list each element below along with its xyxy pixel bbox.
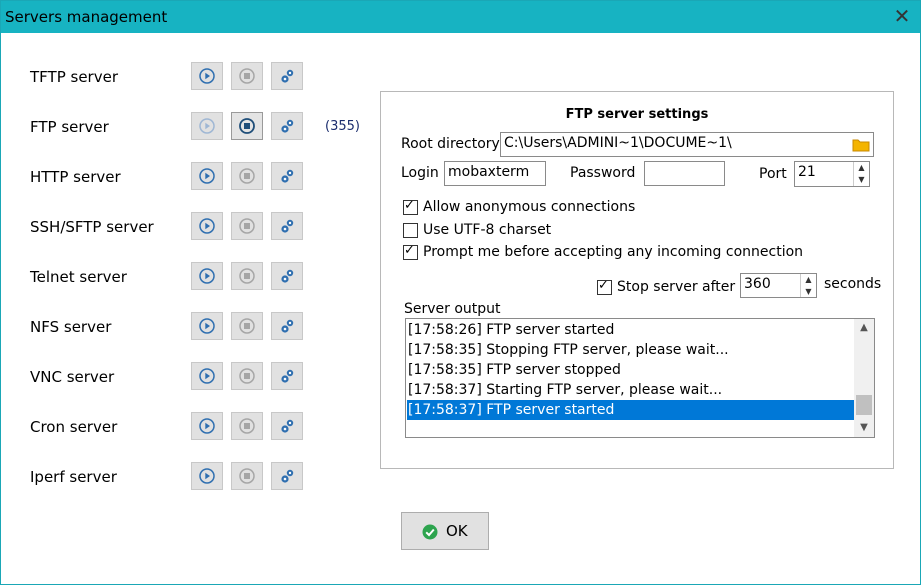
server-name: TFTP server [30, 68, 118, 86]
spin-up-icon[interactable]: ▲ [853, 162, 869, 174]
stop-server-button[interactable] [231, 412, 263, 440]
server-settings-button[interactable] [271, 262, 303, 290]
server-name: Cron server [30, 418, 118, 436]
password-label: Password [570, 165, 636, 181]
server-settings-button[interactable] [271, 212, 303, 240]
scroll-up-icon[interactable]: ▲ [854, 319, 874, 337]
folder-icon[interactable] [852, 137, 870, 152]
server-name: NFS server [30, 318, 112, 336]
stop-after-field[interactable]: 360 ▲ ▼ [740, 273, 817, 298]
server-row: Cron server [1, 412, 371, 444]
server-settings-button[interactable] [271, 312, 303, 340]
start-server-button[interactable] [191, 162, 223, 190]
output-line[interactable]: [17:58:35] Stopping FTP server, please w… [407, 340, 855, 360]
scroll-down-icon[interactable]: ▼ [854, 419, 874, 437]
utf8-label: Use UTF-8 charset [423, 222, 552, 238]
allow-anonymous-label: Allow anonymous connections [423, 199, 636, 215]
server-settings-button[interactable] [271, 462, 303, 490]
stop-server-button[interactable] [231, 112, 263, 140]
start-server-button[interactable] [191, 262, 223, 290]
stop-after-checkbox[interactable] [597, 278, 612, 295]
scroll-thumb[interactable] [856, 395, 872, 415]
login-field[interactable]: mobaxterm [444, 161, 546, 186]
allow-anonymous-checkbox[interactable] [403, 198, 418, 215]
server-name: SSH/SFTP server [30, 218, 154, 236]
servers-management-window: Servers management ✕ TFTP server FTP serv… [0, 0, 921, 585]
port-field[interactable]: 21 ▲ ▼ [794, 161, 870, 187]
server-name: HTTP server [30, 168, 121, 186]
server-settings-button[interactable] [271, 112, 303, 140]
stop-server-button[interactable] [231, 462, 263, 490]
server-name: Telnet server [30, 268, 127, 286]
utf8-checkbox[interactable] [403, 223, 418, 238]
server-settings-button[interactable] [271, 362, 303, 390]
stop-server-button[interactable] [231, 262, 263, 290]
server-output-label: Server output [404, 301, 501, 317]
stop-server-button[interactable] [231, 212, 263, 240]
start-server-button[interactable] [191, 312, 223, 340]
stop-after-spinner[interactable]: ▲ ▼ [800, 274, 816, 297]
start-server-button[interactable] [191, 362, 223, 390]
port-label: Port [759, 166, 787, 182]
output-line[interactable]: [17:58:37] FTP server started [407, 400, 855, 420]
server-row: Telnet server [1, 262, 371, 294]
server-settings-button[interactable] [271, 62, 303, 90]
spin-down-icon[interactable]: ▼ [800, 285, 816, 297]
server-row: TFTP server [1, 62, 371, 94]
server-settings-button[interactable] [271, 162, 303, 190]
server-output-list[interactable]: [17:58:26] FTP server started [17:58:35] … [405, 318, 875, 438]
prompt-checkbox[interactable] [403, 243, 418, 260]
output-line[interactable]: [17:58:37] Starting FTP server, please w… [407, 380, 855, 400]
spin-up-icon[interactable]: ▲ [800, 274, 816, 286]
output-scrollbar[interactable]: ▲ ▼ [854, 319, 874, 437]
output-line[interactable]: [17:58:26] FTP server started [407, 320, 855, 340]
stop-after-value: 360 [744, 276, 771, 292]
server-row: NFS server [1, 312, 371, 344]
ftp-settings-panel: FTP server settings Root directory C:\Us… [380, 91, 894, 469]
login-label: Login [401, 165, 439, 181]
server-name: VNC server [30, 368, 115, 386]
connection-count: (355) [325, 119, 360, 134]
stop-server-button[interactable] [231, 362, 263, 390]
ok-label: OK [446, 522, 468, 540]
start-server-button[interactable] [191, 212, 223, 240]
title-bar: Servers management ✕ [1, 1, 920, 33]
start-server-button[interactable] [191, 62, 223, 90]
root-directory-value: C:\Users\ADMINI~1\DOCUME~1\ [504, 135, 732, 151]
server-row: SSH/SFTP server [1, 212, 371, 244]
server-settings-button[interactable] [271, 412, 303, 440]
port-value: 21 [798, 164, 816, 180]
start-server-button[interactable] [191, 112, 223, 140]
start-server-button[interactable] [191, 462, 223, 490]
server-row: HTTP server [1, 162, 371, 194]
server-row: VNC server [1, 362, 371, 394]
check-circle-icon [422, 524, 438, 540]
stop-server-button[interactable] [231, 312, 263, 340]
prompt-label: Prompt me before accepting any incoming … [423, 244, 804, 260]
root-directory-field[interactable]: C:\Users\ADMINI~1\DOCUME~1\ [500, 132, 874, 157]
password-field[interactable] [644, 161, 725, 186]
window-title: Servers management [5, 8, 168, 26]
root-directory-label: Root directory [401, 136, 500, 152]
stop-server-button[interactable] [231, 162, 263, 190]
server-name: FTP server [30, 118, 109, 136]
panel-title: FTP server settings [565, 107, 709, 122]
stop-after-label: Stop server after [617, 279, 736, 295]
start-server-button[interactable] [191, 412, 223, 440]
ok-button[interactable]: OK [401, 512, 489, 550]
server-row: FTP server (355) [1, 112, 371, 144]
spin-down-icon[interactable]: ▼ [853, 174, 869, 186]
stop-server-button[interactable] [231, 62, 263, 90]
server-row: Iperf server [1, 462, 371, 494]
seconds-label: seconds [824, 276, 882, 292]
close-icon[interactable]: ✕ [890, 4, 914, 28]
server-name: Iperf server [30, 468, 117, 486]
port-spinner[interactable]: ▲ ▼ [853, 162, 869, 186]
output-line[interactable]: [17:58:35] FTP server stopped [407, 360, 855, 380]
